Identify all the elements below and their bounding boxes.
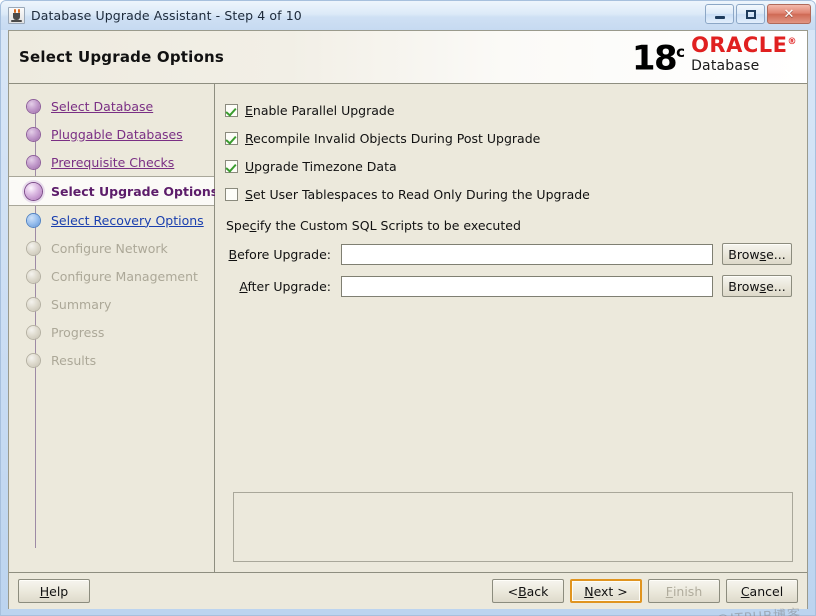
- brand-version-number: 18: [631, 38, 678, 78]
- checkbox-label: Upgrade Timezone Data: [245, 158, 397, 174]
- application-window: Database Upgrade Assistant - Step 4 of 1…: [0, 0, 816, 616]
- checkbox-row-2[interactable]: Recompile Invalid Objects During Post Up…: [225, 124, 795, 152]
- client-area: Select Upgrade Options 18c ORACLE® Datab…: [8, 30, 808, 616]
- oracle-brand-logo: 18c ORACLE® Database: [632, 35, 797, 76]
- maximize-button[interactable]: [736, 4, 765, 24]
- main-content: Enable Parallel Upgrade Recompile Invalid…: [215, 84, 807, 572]
- sidebar-step-label: Progress: [51, 324, 105, 340]
- minimize-button[interactable]: [705, 4, 734, 24]
- browse-button-1[interactable]: Brow s e...: [722, 243, 792, 265]
- cancel-button[interactable]: Cancel: [726, 579, 798, 603]
- brand-product-name: Database: [691, 58, 760, 74]
- message-panel: [233, 492, 793, 562]
- sidebar-step-pluggable-databases[interactable]: Pluggable Databases: [9, 120, 214, 148]
- step-bullet-icon: [27, 213, 40, 227]
- sidebar-step-label: Configure Network: [51, 240, 168, 256]
- step-bullet-icon: [27, 99, 40, 113]
- custom-sql-scripts-fields: Before Upgrade: Brow s e... After Upgrade: Br…: [225, 239, 795, 303]
- page-header: Select Upgrade Options 18c ORACLE® Datab…: [9, 31, 807, 84]
- sidebar-step-prerequisite-checks[interactable]: Prerequisite Checks: [9, 148, 214, 176]
- brand-version: 18c: [632, 37, 686, 75]
- sidebar-step-label: Select Recovery Options: [51, 212, 204, 228]
- brand-text-block: ORACLE® Database: [691, 35, 797, 74]
- custom-sql-scripts-caption: Specify the Custom SQL Scripts to be exe…: [226, 218, 521, 233]
- close-button[interactable]: ✕: [767, 4, 811, 24]
- close-icon: ✕: [783, 6, 795, 22]
- checkbox-checked-icon[interactable]: [225, 159, 238, 173]
- sidebar-step-label: Configure Management: [51, 268, 198, 284]
- sql-script-field-label: Before Upgrade:: [228, 246, 332, 262]
- registered-trademark-icon: ®: [787, 37, 797, 47]
- checkbox-checked-icon[interactable]: [225, 131, 238, 145]
- sql-script-field-row-2: After Upgrade: Brow s e...: [225, 271, 795, 301]
- wizard-nav-buttons: < Back Next > Finish Cancel: [492, 579, 798, 603]
- sidebar-step-label: Select Database: [51, 98, 154, 114]
- title-bar: Database Upgrade Assistant - Step 4 of 1…: [1, 1, 815, 30]
- page-title: Select Upgrade Options: [19, 48, 224, 66]
- step-bullet-icon: [27, 241, 40, 255]
- sql-script-field-label: After Upgrade:: [239, 278, 331, 294]
- step-bullet-icon: [27, 325, 40, 339]
- checkbox-label: Set User Tablespaces to Read Only During…: [245, 186, 590, 202]
- next-button[interactable]: Next >: [570, 579, 642, 603]
- window-title: Database Upgrade Assistant - Step 4 of 1…: [31, 8, 302, 23]
- sidebar-step-results: Results: [9, 346, 214, 374]
- step-bullet-icon: [27, 297, 40, 311]
- back-button[interactable]: < Back: [492, 579, 564, 603]
- sidebar-step-configure-network: Configure Network: [9, 234, 214, 262]
- checkbox-row-1[interactable]: Enable Parallel Upgrade: [225, 96, 795, 124]
- sidebar-step-label: Results: [51, 352, 97, 368]
- sidebar-step-configure-management: Configure Management: [9, 262, 214, 290]
- watermark-text: @ITPUB博客: [715, 603, 802, 616]
- step-bullet-icon: [27, 155, 40, 169]
- checkbox-label: Recompile Invalid Objects During Post Up…: [245, 130, 541, 146]
- sidebar-step-select-recovery-options[interactable]: Select Recovery Options: [9, 206, 214, 234]
- sidebar-step-label: Pluggable Databases: [51, 126, 183, 142]
- sql-script-input-2[interactable]: [341, 275, 713, 297]
- sidebar-step-select-upgrade-options[interactable]: Select Upgrade Options: [9, 176, 218, 206]
- sql-script-input-1[interactable]: [341, 243, 713, 265]
- checkbox-label: Enable Parallel Upgrade: [245, 102, 395, 118]
- sidebar-step-label: Select Upgrade Options: [51, 183, 219, 199]
- wizard-footer: Help < Back Next > Finish Cancel @ITPUB博…: [9, 572, 807, 616]
- brand-version-suffix: c: [676, 42, 686, 61]
- sidebar-step-select-database[interactable]: Select Database: [9, 92, 214, 120]
- window-controls: ✕: [705, 4, 811, 24]
- checkbox-checked-icon[interactable]: [225, 103, 238, 117]
- step-bullet-icon: [25, 182, 42, 200]
- wizard-step-list: Select Database Pluggable Databases Prereq…: [9, 92, 218, 374]
- step-bullet-icon: [27, 127, 40, 141]
- sidebar-step-label: Prerequisite Checks: [51, 154, 175, 170]
- wizard-step-sidebar: Select Database Pluggable Databases Prereq…: [9, 84, 218, 572]
- brand-company-label: ORACLE: [691, 33, 788, 57]
- brand-company-name: ORACLE®: [691, 35, 797, 56]
- checkbox-unchecked-icon[interactable]: [225, 187, 238, 201]
- maximize-icon: [745, 9, 756, 19]
- browse-button-2[interactable]: Brow s e...: [722, 275, 792, 297]
- checkbox-row-4[interactable]: Set User Tablespaces to Read Only During…: [225, 180, 795, 208]
- body-area: Select Database Pluggable Databases Prereq…: [9, 84, 807, 572]
- sidebar-step-label: Summary: [51, 296, 112, 312]
- sidebar-step-progress: Progress: [9, 318, 214, 346]
- help-button[interactable]: Help: [18, 579, 90, 603]
- step-bullet-icon: [27, 269, 40, 283]
- checkbox-row-3[interactable]: Upgrade Timezone Data: [225, 152, 795, 180]
- sidebar-step-summary: Summary: [9, 290, 214, 318]
- sql-script-field-row-1: Before Upgrade: Brow s e...: [225, 239, 795, 269]
- finish-button: Finish: [648, 579, 720, 603]
- step-bullet-icon: [27, 353, 40, 367]
- minimize-icon: [714, 16, 725, 19]
- upgrade-options-checkbox-group: Enable Parallel Upgrade Recompile Invalid…: [225, 96, 795, 208]
- java-coffee-cup-icon: [8, 7, 25, 24]
